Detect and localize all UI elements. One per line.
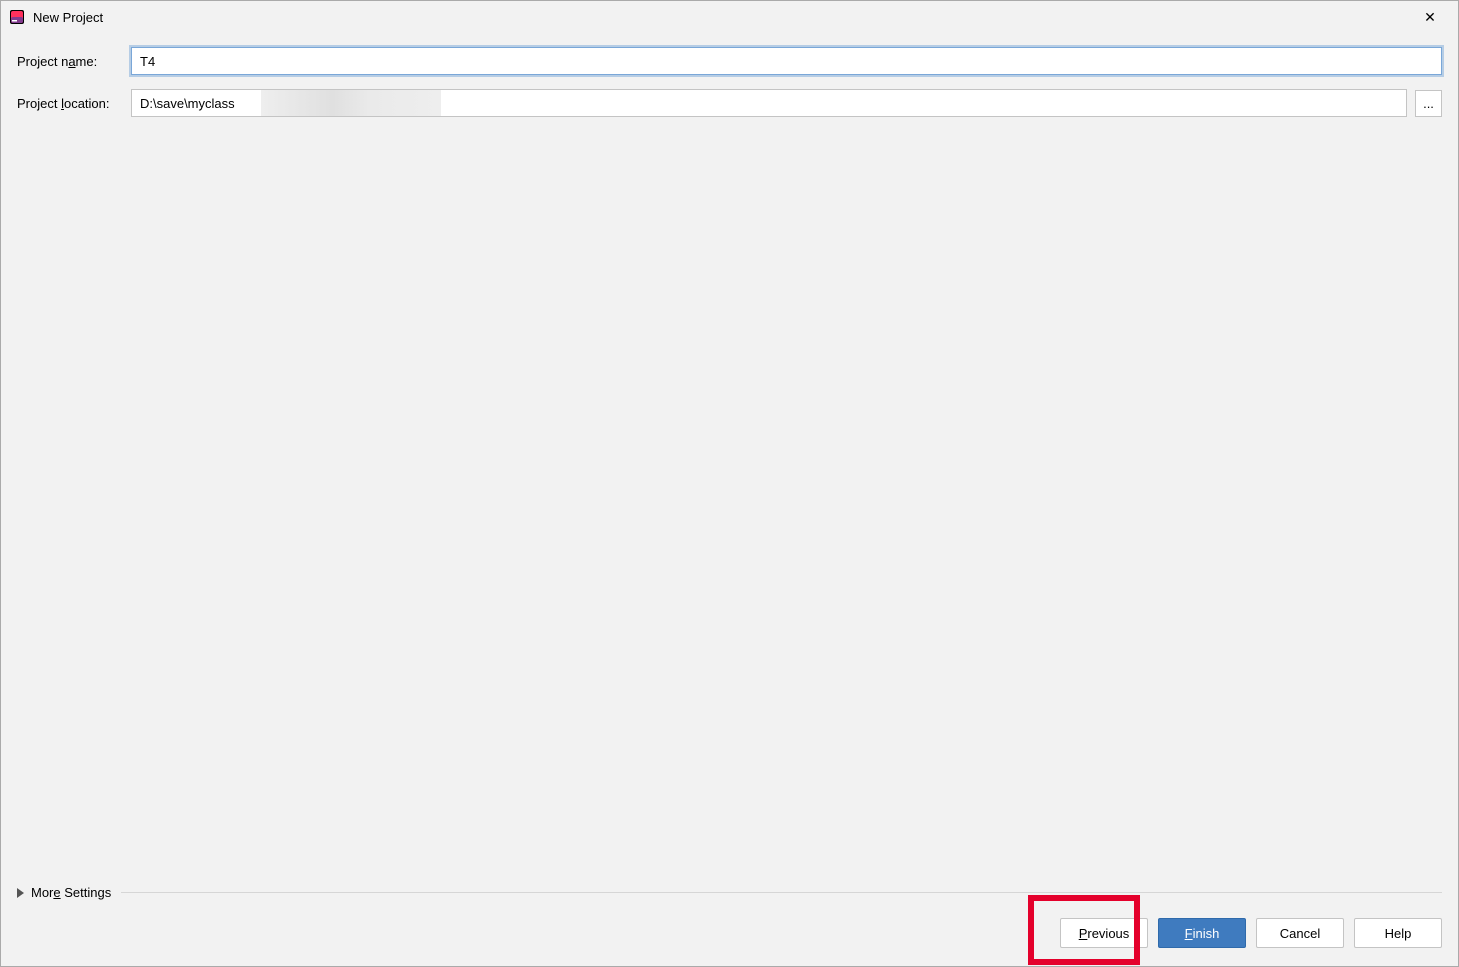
more-settings-row: More Settings: [17, 885, 1442, 900]
close-icon[interactable]: ✕: [1410, 9, 1450, 26]
dialog-button-row: Previous Finish Cancel Help: [1, 918, 1458, 966]
project-name-row: Project name:: [17, 47, 1442, 75]
dialog-content: Project name: Project location: ... More…: [1, 33, 1458, 918]
more-settings-label: More Settings: [31, 885, 111, 900]
project-name-input[interactable]: [131, 47, 1442, 75]
help-button[interactable]: Help: [1354, 918, 1442, 948]
project-name-label: Project name:: [17, 54, 131, 69]
more-settings-divider: [121, 892, 1442, 893]
more-settings-toggle[interactable]: More Settings: [17, 885, 111, 900]
project-location-label: Project location:: [17, 96, 131, 111]
new-project-dialog: New Project ✕ Project name: Project loca…: [0, 0, 1459, 967]
finish-button[interactable]: Finish: [1158, 918, 1246, 948]
project-location-input[interactable]: [131, 89, 1407, 117]
dialog-title: New Project: [33, 10, 1410, 25]
spacer: [17, 131, 1442, 885]
cancel-button[interactable]: Cancel: [1256, 918, 1344, 948]
titlebar: New Project ✕: [1, 1, 1458, 33]
previous-button[interactable]: Previous: [1060, 918, 1148, 948]
project-location-row: Project location: ...: [17, 89, 1442, 117]
browse-button[interactable]: ...: [1415, 90, 1442, 117]
app-icon: [9, 9, 25, 25]
chevron-right-icon: [17, 888, 24, 898]
